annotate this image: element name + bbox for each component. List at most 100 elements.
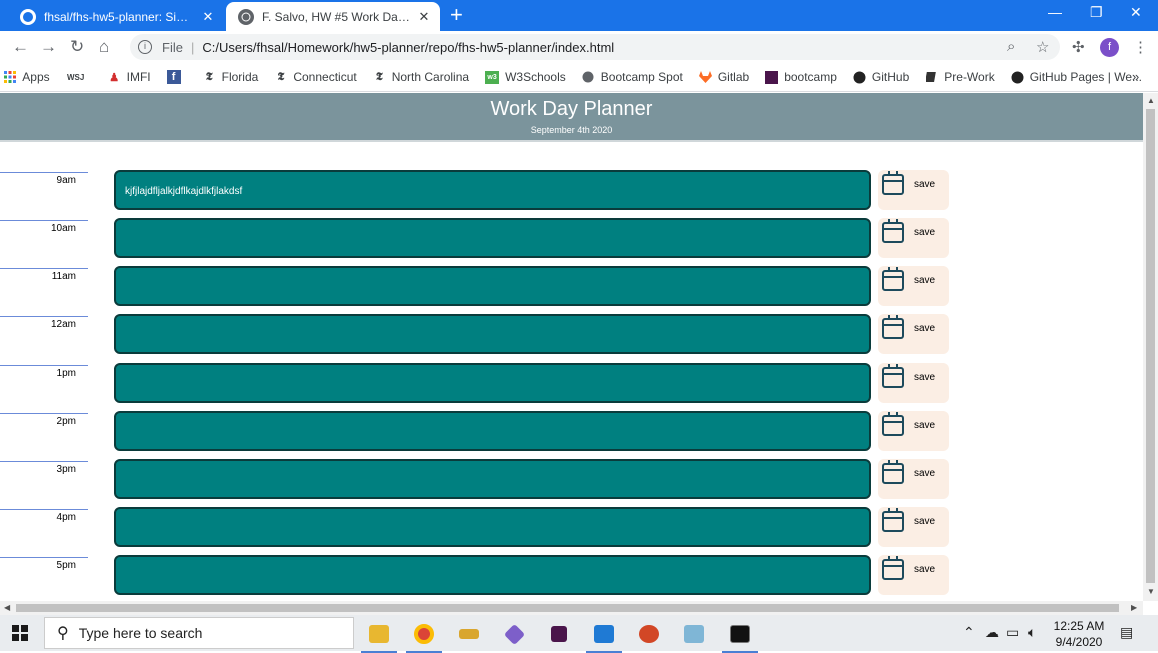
description-textarea[interactable] <box>114 218 871 258</box>
vscode-icon[interactable] <box>584 619 624 653</box>
bookmark-w3schools[interactable]: w3 W3Schools <box>485 70 566 84</box>
description-textarea[interactable] <box>114 411 871 451</box>
bookmark-pre-work[interactable]: Pre-Work <box>925 70 995 84</box>
taskbar-search[interactable]: ⚲ Type here to search <box>44 617 354 649</box>
vertical-scrollbar[interactable]: ▲ ▼ <box>1143 93 1158 601</box>
onedrive-icon[interactable]: ☁ <box>985 624 999 641</box>
hour-label: 2pm <box>0 413 88 461</box>
scrollbar-thumb[interactable] <box>16 604 1119 612</box>
app-icon[interactable] <box>674 619 714 649</box>
chevron-up-icon[interactable]: ⌃ <box>963 624 975 641</box>
description-textarea[interactable]: kjfjlajdfljalkjdflkajdlkfjlakdsf <box>114 170 871 210</box>
profile-avatar[interactable]: f <box>1100 38 1119 57</box>
bookmark-label: Gitlab <box>717 70 750 84</box>
bookmark-gitlab[interactable]: Gitlab <box>698 70 750 84</box>
bookmark-florida[interactable]: 𝕿 Florida <box>203 70 259 84</box>
close-icon[interactable]: ✕ <box>200 9 216 25</box>
bookmark-label: bootcamp <box>784 70 837 84</box>
description-textarea[interactable] <box>114 314 871 354</box>
file-explorer-icon[interactable] <box>359 619 399 653</box>
save-button[interactable]: save <box>878 218 949 258</box>
horizontal-scrollbar[interactable]: ◀ ▶ <box>0 601 1143 615</box>
save-button[interactable]: save <box>878 266 949 306</box>
time-block: 4pm save <box>0 507 1143 549</box>
terminal-icon[interactable] <box>720 619 760 653</box>
tab-planner[interactable]: F. Salvo, HW #5 Work Day Schedule ✕ <box>226 2 440 31</box>
chrome-icon[interactable] <box>404 619 444 653</box>
scroll-up-icon[interactable]: ▲ <box>1147 96 1155 105</box>
calendar-icon <box>882 267 904 291</box>
git-icon[interactable] <box>494 619 534 649</box>
info-icon[interactable]: i <box>138 40 152 54</box>
window-close-icon[interactable]: ✕ <box>1130 4 1142 21</box>
save-button[interactable]: save <box>878 314 949 354</box>
genie-lamp-icon[interactable] <box>449 619 489 649</box>
description-textarea[interactable] <box>114 459 871 499</box>
slack-icon[interactable] <box>539 619 579 649</box>
scroll-down-icon[interactable]: ▼ <box>1147 587 1155 596</box>
new-tab-button[interactable]: + <box>450 4 463 26</box>
scrollbar-thumb[interactable] <box>1146 109 1155 583</box>
bookmark-bootcamp-spot[interactable]: Bootcamp Spot <box>582 70 683 84</box>
bookmark-apps[interactable]: Apps <box>3 70 50 84</box>
notifications-icon[interactable]: ▤ <box>1120 624 1133 641</box>
calendar-icon <box>882 315 904 339</box>
hour-label: 1pm <box>0 365 88 413</box>
bookmark-github-pages[interactable]: GitHub Pages | We... <box>1011 70 1142 84</box>
globe-icon <box>238 8 254 25</box>
save-button[interactable]: save <box>878 459 949 499</box>
star-icon[interactable]: ☆ <box>1036 38 1049 56</box>
tab-github[interactable]: fhsal/fhs-hw5-planner: Single day ✕ <box>8 2 224 31</box>
time-block: 5pm save <box>0 555 1143 597</box>
powerpoint-icon[interactable] <box>629 619 669 649</box>
save-button[interactable]: save <box>878 363 949 403</box>
hour-label: 3pm <box>0 461 88 509</box>
slack-icon <box>765 70 779 84</box>
hour-label: 12am <box>0 316 88 364</box>
bookmark-facebook[interactable]: f <box>166 70 187 84</box>
gitlab-icon <box>698 71 712 84</box>
more-bookmarks-icon[interactable]: » <box>1132 69 1139 84</box>
globe-icon <box>582 71 595 84</box>
menu-icon[interactable]: ⋮ <box>1133 38 1148 56</box>
description-textarea[interactable] <box>114 555 871 595</box>
url-scheme: File <box>162 39 183 55</box>
bookmark-north-carolina[interactable]: 𝕿 North Carolina <box>373 70 469 84</box>
minimize-icon[interactable]: — <box>1048 4 1062 20</box>
address-bar[interactable]: i File | C:/Users/fhsal/Homework/hw5-pla… <box>130 34 1060 60</box>
windows-start-icon[interactable] <box>12 625 28 641</box>
save-button[interactable]: save <box>878 555 949 595</box>
bookmarks-bar: Apps WSJ ♟ IMFI f 𝕿 Florida 𝕿 Connecticu… <box>0 63 1158 92</box>
bookmark-bootcamp[interactable]: bootcamp <box>765 70 837 84</box>
save-button[interactable]: save <box>878 411 949 451</box>
imfi-icon: ♟ <box>109 71 120 84</box>
facebook-icon: f <box>166 70 181 84</box>
description-textarea[interactable] <box>114 363 871 403</box>
bookmark-wsj[interactable]: WSJ <box>66 71 92 84</box>
home-icon[interactable]: ⌂ <box>99 37 109 57</box>
time-block: 2pm save <box>0 411 1143 453</box>
description-textarea[interactable] <box>114 507 871 547</box>
restore-icon[interactable]: ❐ <box>1090 4 1103 21</box>
battery-icon[interactable]: ▭ <box>1006 624 1019 641</box>
system-clock[interactable]: 12:25 AM 9/4/2020 <box>1050 618 1108 650</box>
description-textarea[interactable] <box>114 266 871 306</box>
volume-icon[interactable]: 🔈︎ <box>1028 624 1036 641</box>
forward-icon[interactable]: → <box>40 37 57 57</box>
back-icon[interactable]: ← <box>12 37 29 57</box>
wsj-icon: WSJ <box>66 72 85 82</box>
bookmark-connecticut[interactable]: 𝕿 Connecticut <box>274 70 356 84</box>
calendar-icon <box>882 460 904 484</box>
reload-icon[interactable]: ↻ <box>70 37 84 57</box>
clock-time: 12:25 AM <box>1053 619 1105 633</box>
scroll-left-icon[interactable]: ◀ <box>4 603 10 612</box>
extensions-icon[interactable]: ✣ <box>1072 38 1085 56</box>
scroll-right-icon[interactable]: ▶ <box>1131 603 1137 612</box>
save-label: save <box>914 564 936 575</box>
bookmark-github[interactable]: GitHub <box>853 70 909 84</box>
zoom-icon[interactable]: ⌕ <box>1007 38 1015 55</box>
save-button[interactable]: save <box>878 507 949 547</box>
close-icon[interactable]: ✕ <box>416 9 432 25</box>
bookmark-imfi[interactable]: ♟ IMFI <box>108 70 150 84</box>
save-button[interactable]: save <box>878 170 949 210</box>
